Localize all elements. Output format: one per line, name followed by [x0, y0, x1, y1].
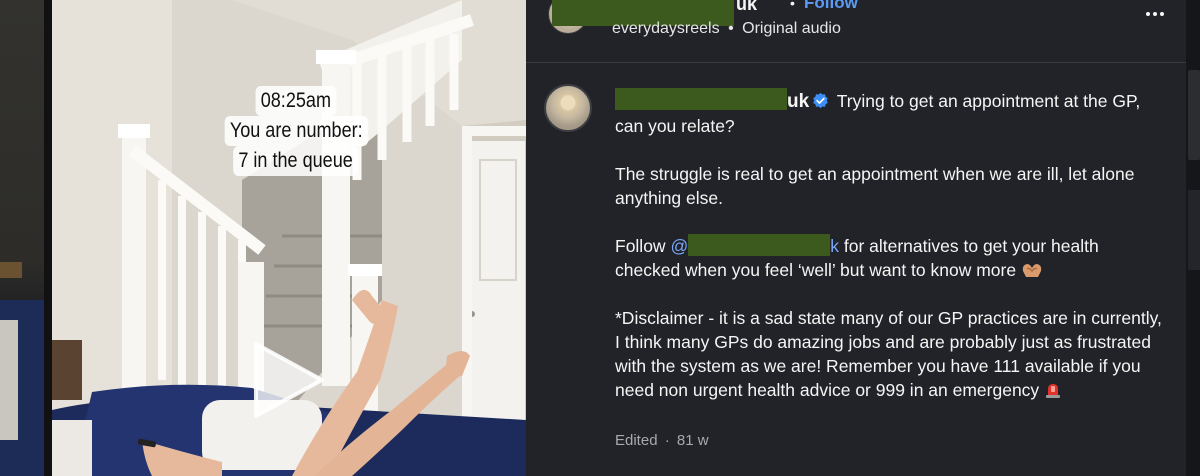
- caption-paragraph-struggle: The struggle is real to get an appointme…: [615, 164, 1135, 208]
- caption-comment: uk Trying to get an appointment at the G…: [615, 88, 1163, 426]
- caption-line-queue: 7 in the queue: [233, 146, 359, 176]
- redacted-mention: [688, 234, 831, 256]
- panel-gutter: [1186, 0, 1200, 476]
- mention-suffix: k: [830, 236, 839, 256]
- caption-sticker: 08:25am You are number: 7 in the queue: [217, 86, 375, 176]
- comment-username-suffix: uk: [787, 91, 810, 112]
- police-light-emoji-icon: [1046, 384, 1061, 398]
- author-username-suffix[interactable]: uk: [736, 0, 757, 15]
- backdrop-left: [0, 0, 52, 476]
- gutter-shade-top: [1188, 70, 1200, 160]
- redacted-comment-username: [615, 88, 787, 110]
- caption-line-time: 08:25am: [255, 86, 337, 116]
- caption-paragraph-disclaimer: *Disclaimer - it is a sad state many of …: [615, 306, 1163, 402]
- backdrop-cushion: [0, 320, 18, 440]
- heart-hands-emoji-icon: [1022, 264, 1042, 277]
- comment-username[interactable]: uk: [615, 88, 810, 112]
- more-options-button[interactable]: [1140, 2, 1170, 26]
- audio-line[interactable]: everydaysreels • Original audio: [612, 20, 841, 38]
- caption-paragraph-follow: Follow @ k for alternatives to get your h…: [615, 234, 1163, 282]
- edited-label: Edited: [615, 432, 658, 449]
- mention-prefix: @: [670, 236, 689, 256]
- gutter-shade-mid: [1188, 190, 1200, 270]
- caption-meta: Edited · 81 w: [615, 432, 709, 449]
- more-horizontal-icon-dot: [1160, 12, 1164, 16]
- audio-label[interactable]: Original audio: [742, 20, 841, 37]
- more-horizontal-icon: [1146, 12, 1150, 16]
- play-button[interactable]: [244, 338, 340, 434]
- header-divider: [526, 62, 1186, 63]
- audio-separator: •: [728, 20, 734, 37]
- disclaimer-text: *Disclaimer - it is a sad state many of …: [615, 308, 1162, 400]
- post-age[interactable]: 81 w: [677, 432, 709, 449]
- backdrop-edge: [44, 0, 52, 476]
- meta-separator: ·: [664, 432, 670, 449]
- play-icon: [254, 342, 324, 418]
- audio-account[interactable]: everydaysreels: [612, 20, 720, 37]
- reel-video[interactable]: 08:25am You are number: 7 in the queue: [52, 0, 526, 476]
- more-horizontal-icon-dot: [1153, 12, 1157, 16]
- follow-button[interactable]: Follow: [804, 0, 858, 13]
- caption-line-position: You are number:: [224, 116, 368, 146]
- caption-paragraph-intro: uk Trying to get an appointment at the G…: [615, 88, 1163, 138]
- post-panel: uk • Follow everydaysreels • Original au…: [526, 0, 1200, 476]
- header-separator: •: [790, 0, 795, 11]
- follow-prefix: Follow: [615, 236, 666, 256]
- verified-badge-icon: [813, 92, 828, 109]
- backdrop-shelf: [0, 262, 22, 278]
- mention-link[interactable]: @ k: [670, 234, 839, 256]
- comment-author-avatar[interactable]: [544, 84, 592, 132]
